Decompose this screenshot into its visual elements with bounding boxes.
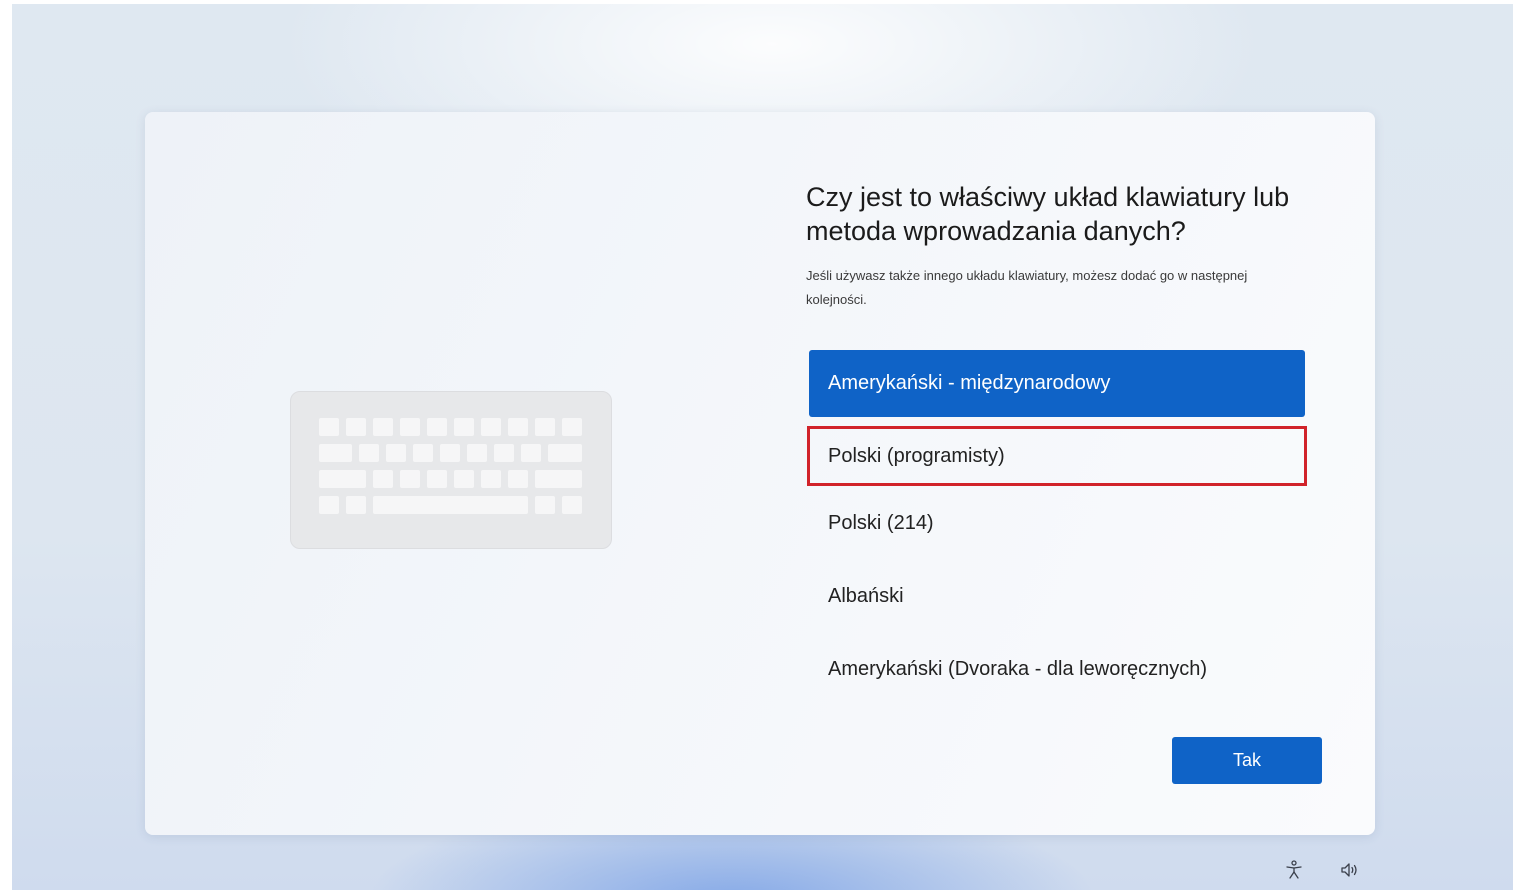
layout-option-polish-programmers[interactable]: Polski (programisty) — [807, 426, 1307, 486]
layout-option-label: Albański — [828, 585, 904, 607]
page-subtitle: Jeśli używasz także innego układu klawia… — [806, 268, 1248, 307]
confirm-button[interactable]: Tak — [1172, 737, 1322, 784]
oobe-screen: Czy jest to właściwy układ klawiatury lu… — [12, 4, 1513, 890]
volume-icon[interactable] — [1339, 859, 1361, 881]
accessibility-icon[interactable] — [1283, 859, 1305, 881]
layout-option-us-international[interactable]: Amerykański - międzynarodowy — [809, 350, 1305, 417]
layout-option-label: Amerykański (Dvoraka - dla leworęcznych) — [828, 658, 1208, 680]
keyboard-layout-list: Amerykański - międzynarodowy Polski (pro… — [807, 350, 1307, 709]
layout-option-polish-214[interactable]: Polski (214) — [809, 490, 1305, 557]
layout-option-label: Polski (214) — [828, 512, 934, 534]
layout-option-label: Amerykański - międzynarodowy — [828, 372, 1111, 394]
layout-option-albanian[interactable]: Albański — [809, 563, 1305, 630]
layout-option-us-dvorak-left[interactable]: Amerykański (Dvoraka - dla leworęcznych) — [809, 636, 1305, 703]
page-title: Czy jest to właściwy układ klawiatury lu… — [806, 182, 1290, 246]
layout-option-label: Polski (programisty) — [828, 444, 1005, 467]
keyboard-illustration-icon — [290, 391, 612, 549]
setup-card: Czy jest to właściwy układ klawiatury lu… — [145, 112, 1375, 835]
